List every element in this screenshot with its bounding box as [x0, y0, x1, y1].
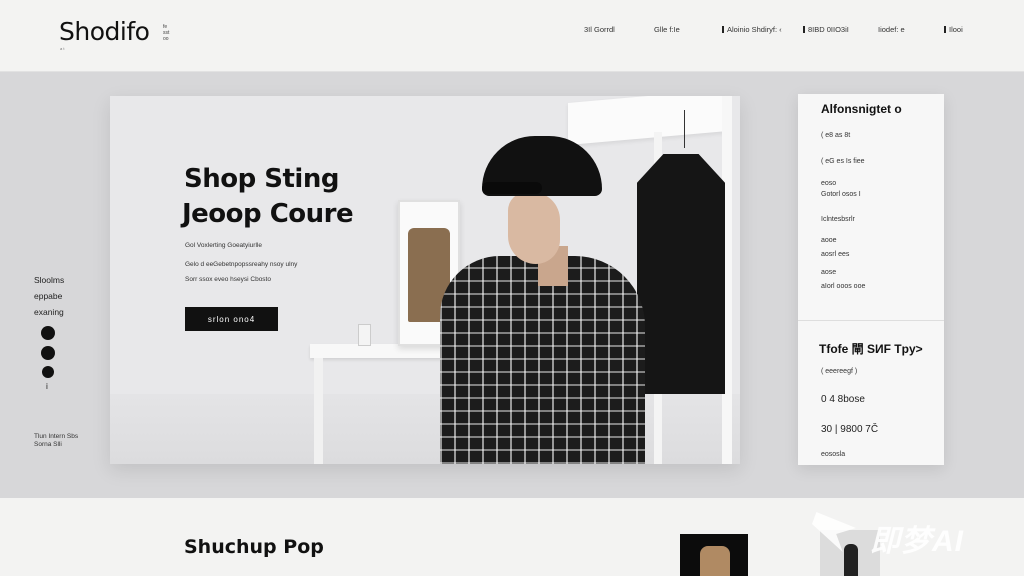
table-leg: [314, 358, 323, 464]
panel-row[interactable]: aooe: [821, 237, 837, 244]
rack-shelf: [568, 96, 728, 145]
watermark: 即梦AI: [812, 506, 1012, 558]
panel-row[interactable]: Gotorl osos I: [821, 191, 861, 198]
nav-item-label: Ilooi: [949, 25, 963, 34]
panel-row[interactable]: ( eG es Is fiee: [821, 158, 865, 165]
hero-title: Shop Sting: [184, 164, 339, 194]
panel-row[interactable]: eoso: [821, 180, 836, 187]
panel-row[interactable]: ( e8 as 8t: [821, 132, 850, 139]
section-title: Shuchup Pop: [184, 536, 324, 558]
side-menu-item: i: [46, 381, 48, 391]
main-nav: 3Il Gorrdl Glle f:Ie Aloinio Shdiryf: ‹ …: [0, 25, 1024, 37]
nav-marker-icon: [944, 26, 946, 33]
side-menu-item[interactable]: exaning: [34, 304, 64, 320]
nav-item-1[interactable]: 3Il Gorrdl: [584, 25, 615, 34]
shop-now-button[interactable]: srlon ono4: [185, 307, 278, 331]
panel-row[interactable]: Iclntesbsrlr: [821, 216, 855, 223]
nav-marker-icon: [722, 26, 724, 33]
side-footer-line: Tlun Intern Sbs: [34, 433, 79, 440]
cup-image: [358, 324, 371, 346]
panel-row[interactable]: aosrl ees: [821, 251, 849, 258]
panel-row[interactable]: 0 4 8bose: [821, 394, 865, 405]
nav-item-2[interactable]: Glle f:Ie: [654, 25, 680, 34]
side-footer-line: Sorna Slli: [34, 441, 62, 448]
panel-row[interactable]: aIorl ooos ooe: [821, 283, 865, 290]
nav-item-5[interactable]: Iiodef: e: [878, 25, 905, 34]
slide-dot-icon[interactable]: [41, 346, 55, 360]
hero-body-line: Sorr ssox eveo hseysi Cbosto: [185, 276, 271, 283]
bottom-section: Shuchup Pop 即梦AI: [0, 498, 1024, 576]
nav-marker-icon: [803, 26, 805, 33]
watermark-text: 即梦AI: [870, 525, 964, 558]
panel-heading: Alfonsnigtet o: [821, 102, 902, 116]
hero-body-line: Gelo d eeGebetnpopssreahy nsoy ulny: [185, 261, 298, 268]
panel-row[interactable]: 30 | 9800 7Č: [821, 424, 878, 435]
info-panel: Alfonsnigtet o ( e8 as 8t ( eG es Is fie…: [798, 94, 944, 465]
nav-item-4[interactable]: 8IBD 0IIO3iI: [803, 25, 849, 34]
nav-item-label: Iiodef: e: [878, 25, 905, 34]
panel-row[interactable]: eososla: [821, 451, 845, 458]
side-menu-item[interactable]: Sloolms: [34, 272, 64, 288]
slide-dot-icon[interactable]: [42, 366, 54, 378]
hanger-icon: [684, 110, 694, 148]
black-coat-image: [637, 154, 725, 394]
product-thumbnail[interactable]: [680, 534, 748, 576]
nav-item-3[interactable]: Aloinio Shdiryf: ‹: [722, 25, 782, 34]
model-hat-brim: [482, 182, 542, 194]
panel-heading-2: Tfofe 閘 SИF Tpy>: [819, 342, 923, 356]
panel-row[interactable]: ( eeereegf ): [821, 368, 857, 375]
nav-item-label: 8IBD 0IIO3iI: [808, 25, 849, 34]
watermark-logo-icon: [812, 512, 856, 552]
top-header: Shodifo fe sst oo a t 3Il Gorrdl Glle f:…: [0, 0, 1024, 72]
nav-item-label: Glle f:Ie: [654, 25, 680, 34]
nav-item-label: 3Il Gorrdl: [584, 25, 615, 34]
nav-item-label: Aloinio Shdiryf: ‹: [727, 25, 782, 34]
hero-subtitle: Gol Voxlerting Goeatyiurlle: [185, 242, 262, 249]
panel-row[interactable]: aose: [821, 269, 836, 276]
panel-divider: [798, 320, 944, 321]
hero-card: Shop Sting Jeoop Coure Gol Voxlerting Go…: [110, 96, 740, 464]
hero-title-2: Jeoop Coure: [182, 199, 354, 229]
side-menu: Sloolms eppabe exaning i: [34, 272, 64, 394]
slide-dot-icon[interactable]: [41, 326, 55, 340]
model-jacket: [440, 256, 645, 464]
side-footer: Tlun Intern Sbs Sorna Slli: [34, 433, 78, 449]
product-image: [700, 546, 730, 576]
brand-subtitle: a t: [60, 46, 65, 51]
nav-item-6[interactable]: Ilooi: [944, 25, 963, 34]
side-menu-item[interactable]: eppabe: [34, 288, 64, 304]
model-face: [508, 192, 560, 264]
